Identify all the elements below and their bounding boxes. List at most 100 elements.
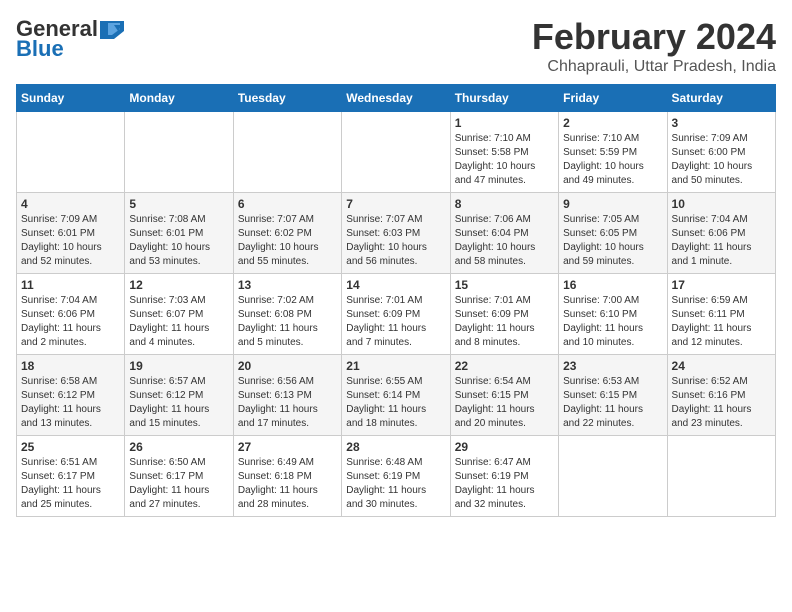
- day-number: 20: [238, 359, 337, 373]
- day-info: Sunrise: 7:01 AM Sunset: 6:09 PM Dayligh…: [455, 294, 554, 350]
- day-info: Sunrise: 6:48 AM Sunset: 6:19 PM Dayligh…: [346, 456, 445, 512]
- calendar-cell: 28Sunrise: 6:48 AM Sunset: 6:19 PM Dayli…: [342, 436, 450, 517]
- day-number: 15: [455, 278, 554, 292]
- header-friday: Friday: [559, 85, 667, 112]
- header-sunday: Sunday: [17, 85, 125, 112]
- day-number: 10: [672, 197, 771, 211]
- day-number: 5: [129, 197, 228, 211]
- day-number: 2: [563, 116, 662, 130]
- day-info: Sunrise: 7:00 AM Sunset: 6:10 PM Dayligh…: [563, 294, 662, 350]
- day-info: Sunrise: 7:09 AM Sunset: 6:00 PM Dayligh…: [672, 132, 771, 188]
- day-info: Sunrise: 6:55 AM Sunset: 6:14 PM Dayligh…: [346, 375, 445, 431]
- calendar-cell: [125, 112, 233, 193]
- day-info: Sunrise: 6:49 AM Sunset: 6:18 PM Dayligh…: [238, 456, 337, 512]
- day-info: Sunrise: 6:53 AM Sunset: 6:15 PM Dayligh…: [563, 375, 662, 431]
- calendar-cell: 5 Sunrise: 7:08 AM Sunset: 6:01 PM Daylig…: [125, 193, 233, 274]
- calendar-cell: [17, 112, 125, 193]
- day-info: Sunrise: 7:01 AM Sunset: 6:09 PM Dayligh…: [346, 294, 445, 350]
- day-number: 27: [238, 440, 337, 454]
- calendar-cell: 25 Sunrise: 6:51 AM Sunset: 6:17 PM Dayli…: [17, 436, 125, 517]
- calendar-cell: [342, 112, 450, 193]
- day-number: 16: [563, 278, 662, 292]
- day-info: Sunrise: 7:08 AM Sunset: 6:01 PM Dayligh…: [129, 213, 228, 269]
- title-block: February 2024 Chhaprauli, Uttar Pradesh,…: [532, 16, 776, 76]
- day-info: Sunrise: 6:52 AM Sunset: 6:16 PM Dayligh…: [672, 375, 771, 431]
- header-wednesday: Wednesday: [342, 85, 450, 112]
- day-info: Sunrise: 7:05 AM Sunset: 6:05 PM Dayligh…: [563, 213, 662, 269]
- calendar-cell: 3 Sunrise: 7:09 AM Sunset: 6:00 PM Daylig…: [667, 112, 775, 193]
- day-info: Sunrise: 6:50 AM Sunset: 6:17 PM Dayligh…: [129, 456, 228, 512]
- calendar-cell: 29 Sunrise: 6:47 AM Sunset: 6:19 PM Dayli…: [450, 436, 558, 517]
- page-header: General Blue February 2024 Chhaprauli, U…: [16, 16, 776, 76]
- calendar-cell: 7 Sunrise: 7:07 AM Sunset: 6:03 PM Daylig…: [342, 193, 450, 274]
- day-number: 29: [455, 440, 554, 454]
- calendar-cell: 22Sunrise: 6:54 AM Sunset: 6:15 PM Dayli…: [450, 355, 558, 436]
- calendar-cell: 9 Sunrise: 7:05 AM Sunset: 6:05 PM Daylig…: [559, 193, 667, 274]
- day-info: Sunrise: 7:04 AM Sunset: 6:06 PM Dayligh…: [672, 213, 771, 269]
- calendar-cell: 16 Sunrise: 7:00 AM Sunset: 6:10 PM Dayli…: [559, 274, 667, 355]
- logo-bird-icon: [100, 21, 124, 39]
- calendar-cell: 15 Sunrise: 7:01 AM Sunset: 6:09 PM Dayli…: [450, 274, 558, 355]
- day-number: 26: [129, 440, 228, 454]
- week-row-4: 18 Sunrise: 6:58 AM Sunset: 6:12 PM Dayli…: [17, 355, 776, 436]
- calendar-cell: 13Sunrise: 7:02 AM Sunset: 6:08 PM Dayli…: [233, 274, 341, 355]
- calendar-cell: 18 Sunrise: 6:58 AM Sunset: 6:12 PM Dayli…: [17, 355, 125, 436]
- day-info: Sunrise: 7:04 AM Sunset: 6:06 PM Dayligh…: [21, 294, 120, 350]
- header-tuesday: Tuesday: [233, 85, 341, 112]
- calendar-cell: 11 Sunrise: 7:04 AM Sunset: 6:06 PM Dayli…: [17, 274, 125, 355]
- day-info: Sunrise: 7:07 AM Sunset: 6:02 PM Dayligh…: [238, 213, 337, 269]
- day-number: 9: [563, 197, 662, 211]
- day-info: Sunrise: 7:10 AM Sunset: 5:59 PM Dayligh…: [563, 132, 662, 188]
- calendar-cell: 26 Sunrise: 6:50 AM Sunset: 6:17 PM Dayli…: [125, 436, 233, 517]
- day-number: 21: [346, 359, 445, 373]
- week-row-1: 1Sunrise: 7:10 AM Sunset: 5:58 PM Daylig…: [17, 112, 776, 193]
- week-row-3: 11 Sunrise: 7:04 AM Sunset: 6:06 PM Dayli…: [17, 274, 776, 355]
- calendar-cell: 2 Sunrise: 7:10 AM Sunset: 5:59 PM Daylig…: [559, 112, 667, 193]
- day-info: Sunrise: 7:09 AM Sunset: 6:01 PM Dayligh…: [21, 213, 120, 269]
- calendar-cell: 27 Sunrise: 6:49 AM Sunset: 6:18 PM Dayli…: [233, 436, 341, 517]
- calendar-cell: 23Sunrise: 6:53 AM Sunset: 6:15 PM Dayli…: [559, 355, 667, 436]
- day-number: 11: [21, 278, 120, 292]
- calendar-cell: 20Sunrise: 6:56 AM Sunset: 6:13 PM Dayli…: [233, 355, 341, 436]
- calendar-table: SundayMondayTuesdayWednesdayThursdayFrid…: [16, 84, 776, 517]
- calendar-cell: [233, 112, 341, 193]
- day-number: 12: [129, 278, 228, 292]
- day-info: Sunrise: 7:06 AM Sunset: 6:04 PM Dayligh…: [455, 213, 554, 269]
- day-info: Sunrise: 7:10 AM Sunset: 5:58 PM Dayligh…: [455, 132, 554, 188]
- day-number: 19: [129, 359, 228, 373]
- calendar-cell: 24 Sunrise: 6:52 AM Sunset: 6:16 PM Dayli…: [667, 355, 775, 436]
- day-number: 24: [672, 359, 771, 373]
- calendar-cell: 6 Sunrise: 7:07 AM Sunset: 6:02 PM Daylig…: [233, 193, 341, 274]
- logo: General Blue: [16, 16, 124, 62]
- day-number: 14: [346, 278, 445, 292]
- logo-blue: Blue: [16, 36, 64, 62]
- day-info: Sunrise: 7:03 AM Sunset: 6:07 PM Dayligh…: [129, 294, 228, 350]
- calendar-cell: [559, 436, 667, 517]
- day-number: 6: [238, 197, 337, 211]
- day-number: 18: [21, 359, 120, 373]
- day-number: 8: [455, 197, 554, 211]
- day-info: Sunrise: 7:07 AM Sunset: 6:03 PM Dayligh…: [346, 213, 445, 269]
- day-number: 3: [672, 116, 771, 130]
- header-saturday: Saturday: [667, 85, 775, 112]
- week-row-5: 25 Sunrise: 6:51 AM Sunset: 6:17 PM Dayli…: [17, 436, 776, 517]
- calendar-cell: 12 Sunrise: 7:03 AM Sunset: 6:07 PM Dayli…: [125, 274, 233, 355]
- day-number: 17: [672, 278, 771, 292]
- calendar-cell: 17 Sunrise: 6:59 AM Sunset: 6:11 PM Dayli…: [667, 274, 775, 355]
- day-number: 13: [238, 278, 337, 292]
- day-info: Sunrise: 6:58 AM Sunset: 6:12 PM Dayligh…: [21, 375, 120, 431]
- location-subtitle: Chhaprauli, Uttar Pradesh, India: [532, 58, 776, 76]
- day-info: Sunrise: 6:59 AM Sunset: 6:11 PM Dayligh…: [672, 294, 771, 350]
- day-number: 4: [21, 197, 120, 211]
- day-info: Sunrise: 6:51 AM Sunset: 6:17 PM Dayligh…: [21, 456, 120, 512]
- calendar-cell: 10 Sunrise: 7:04 AM Sunset: 6:06 PM Dayli…: [667, 193, 775, 274]
- month-title: February 2024: [532, 16, 776, 58]
- day-info: Sunrise: 6:47 AM Sunset: 6:19 PM Dayligh…: [455, 456, 554, 512]
- calendar-cell: 1Sunrise: 7:10 AM Sunset: 5:58 PM Daylig…: [450, 112, 558, 193]
- header-thursday: Thursday: [450, 85, 558, 112]
- day-number: 25: [21, 440, 120, 454]
- calendar-cell: 21 Sunrise: 6:55 AM Sunset: 6:14 PM Dayli…: [342, 355, 450, 436]
- day-number: 7: [346, 197, 445, 211]
- calendar-header-row: SundayMondayTuesdayWednesdayThursdayFrid…: [17, 85, 776, 112]
- calendar-cell: 14 Sunrise: 7:01 AM Sunset: 6:09 PM Dayli…: [342, 274, 450, 355]
